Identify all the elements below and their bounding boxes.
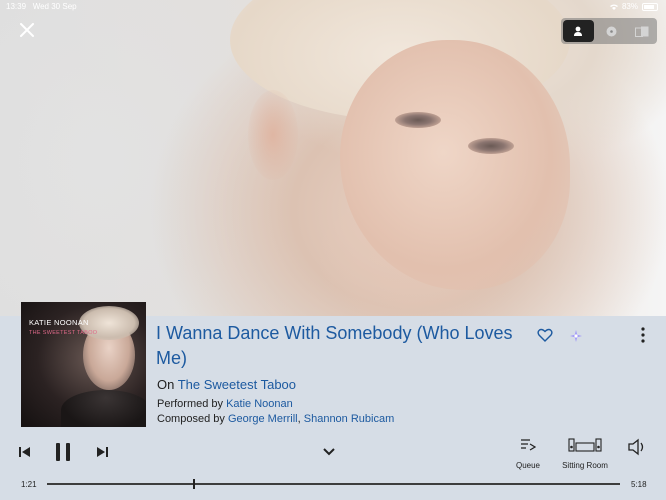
zone-button[interactable]: Sitting Room <box>556 438 614 470</box>
pause-icon[interactable] <box>54 442 72 462</box>
composer-link-2[interactable]: Shannon Rubicam <box>304 413 395 425</box>
album-art[interactable]: KATIE NOONAN THE SWEETEST TABOO <box>21 302 146 427</box>
status-date: Wed 30 Sep <box>32 2 77 11</box>
album-art-title: THE SWEETEST TABOO <box>29 330 98 336</box>
chevron-down-icon[interactable] <box>322 446 336 458</box>
zone-label: Sitting Room <box>562 461 608 470</box>
elapsed-time: 1:21 <box>21 480 37 489</box>
battery-icon <box>642 2 658 11</box>
album-line: On The Sweetest Taboo <box>157 377 296 392</box>
performer-line: Performed by Katie Noonan <box>157 398 293 410</box>
album-art-collar <box>61 390 146 427</box>
close-icon <box>20 23 34 37</box>
album-link[interactable]: The Sweetest Taboo <box>178 377 296 392</box>
wifi-icon <box>609 4 618 10</box>
status-right: 83% <box>609 2 658 11</box>
total-time: 5:18 <box>631 480 647 489</box>
album-stack-icon <box>634 26 649 37</box>
album-art-artist: KATIE NOONAN <box>29 318 89 327</box>
close-button[interactable] <box>16 20 38 42</box>
album-prefix: On <box>157 377 175 392</box>
favorite-heart-icon[interactable] <box>537 327 553 343</box>
artist-eye-right <box>468 138 514 154</box>
next-track-icon[interactable] <box>96 446 108 458</box>
queue-button[interactable]: Queue <box>510 438 546 470</box>
previous-track-icon[interactable] <box>19 446 31 458</box>
status-bar: 13:39 Wed 30 Sep 83% <box>0 0 666 14</box>
artist-ear <box>248 90 298 180</box>
artist-eye-left <box>395 112 441 128</box>
queue-icon <box>521 439 537 451</box>
sparkle-icon[interactable] <box>570 330 582 342</box>
more-vertical-icon[interactable] <box>638 326 648 344</box>
composer-separator: , <box>297 413 301 425</box>
artist-photo <box>0 0 666 316</box>
person-icon <box>574 26 583 36</box>
volume-icon[interactable] <box>627 438 647 456</box>
progress-bar[interactable] <box>47 479 620 489</box>
view-album-button[interactable] <box>626 18 657 44</box>
battery-percent: 83% <box>621 2 638 11</box>
performer-link[interactable]: Katie Noonan <box>226 398 293 410</box>
speakers-icon <box>568 438 602 452</box>
queue-label: Queue <box>515 461 541 470</box>
disc-icon <box>606 26 616 36</box>
composer-link-1[interactable]: George Merrill <box>228 413 298 425</box>
progress-knob[interactable] <box>193 479 196 489</box>
composer-line: Composed by George Merrill, Shannon Rubi… <box>157 413 394 425</box>
track-title[interactable]: I Wanna Dance With Somebody (Who Loves M… <box>156 321 536 371</box>
view-toggle <box>561 18 657 44</box>
composer-prefix: Composed by <box>157 413 225 425</box>
view-artist-button[interactable] <box>563 20 594 42</box>
status-time: 13:39 <box>6 2 27 11</box>
status-left: 13:39 Wed 30 Sep <box>6 2 77 11</box>
performer-prefix: Performed by <box>157 398 224 410</box>
view-disc-button[interactable] <box>596 18 627 44</box>
